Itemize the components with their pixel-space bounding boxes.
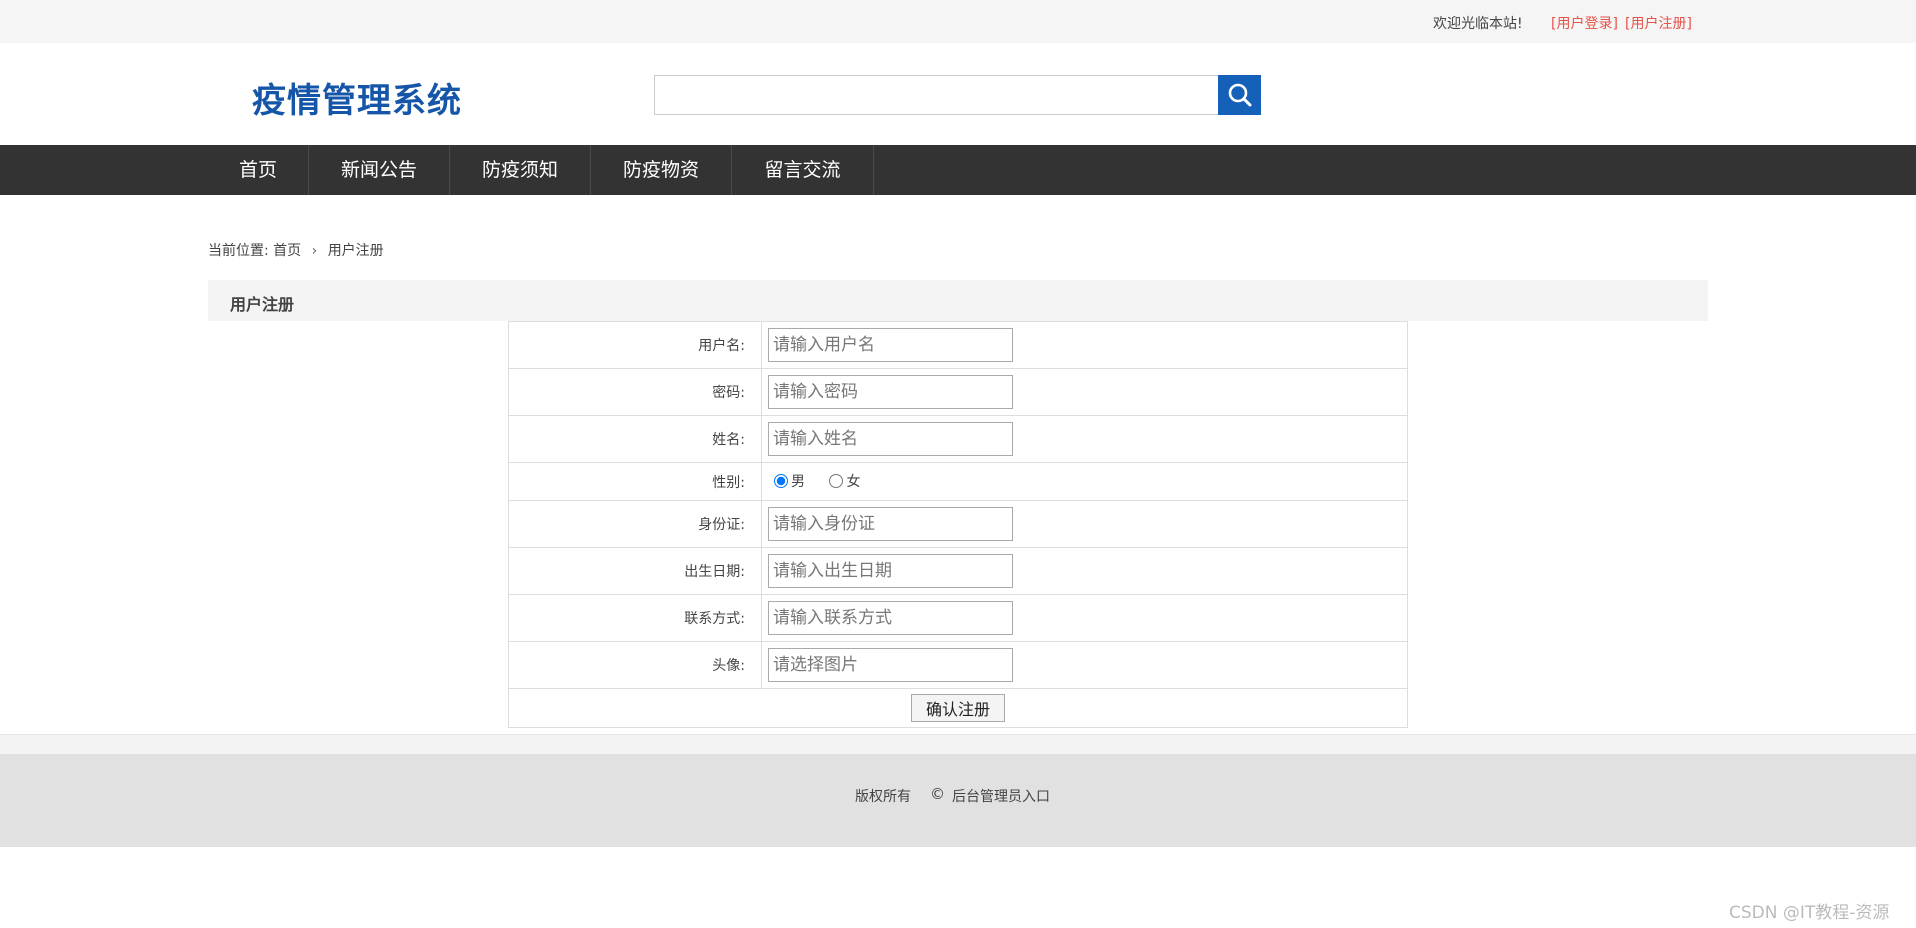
gender-male-label: 男 [791, 474, 805, 490]
top-bar: 欢迎光临本站! [用户登录] [用户注册] [0, 0, 1916, 43]
username-input[interactable] [768, 328, 1013, 362]
header: 疫情管理系统 [0, 43, 1916, 145]
form-row-username: 用户名: [508, 321, 1408, 369]
name-label: 姓名: [508, 415, 762, 463]
nav-item-news[interactable]: 新闻公告 [309, 145, 450, 195]
form-row-submit: 确认注册 [508, 688, 1408, 728]
nav-item-home[interactable]: 首页 [208, 145, 309, 195]
form-row-password: 密码: [508, 368, 1408, 416]
nav-item-supplies[interactable]: 防疫物资 [591, 145, 732, 195]
section-header: 用户注册 [208, 280, 1708, 321]
password-input[interactable] [768, 375, 1013, 409]
form-row-birthdate: 出生日期: [508, 547, 1408, 595]
gender-radio-male[interactable] [774, 474, 788, 488]
user-login-link[interactable]: [用户登录] [1551, 13, 1618, 33]
contact-input[interactable] [768, 601, 1013, 635]
footer-divider [0, 734, 1916, 754]
welcome-text: 欢迎光临本站! [1433, 16, 1523, 32]
form-row-id-card: 身份证: [508, 500, 1408, 548]
gender-female-label: 女 [846, 474, 861, 490]
register-form: 用户名: 密码: 姓名: 性别: 男 女 身份证: 出生日期: 联系方式: [508, 321, 1408, 728]
search-input[interactable] [654, 75, 1219, 115]
form-row-gender: 性别: 男 女 [508, 462, 1408, 501]
watermark: CSDN @IT教程-资源 [1729, 903, 1890, 923]
confirm-register-button[interactable]: 确认注册 [910, 694, 1005, 722]
nav-item-messages[interactable]: 留言交流 [732, 145, 874, 195]
avatar-input[interactable] [768, 648, 1013, 682]
id-card-label: 身份证: [508, 500, 762, 548]
name-input[interactable] [768, 422, 1013, 456]
breadcrumb: 当前位置: 首页 › 用户注册 [208, 240, 384, 260]
contact-label: 联系方式: [508, 594, 762, 642]
main-nav: 首页 新闻公告 防疫须知 防疫物资 留言交流 [0, 145, 1916, 195]
gender-radio-female[interactable] [829, 474, 844, 488]
id-card-input[interactable] [768, 507, 1013, 541]
nav-item-guidelines[interactable]: 防疫须知 [450, 145, 591, 195]
breadcrumb-current: 用户注册 [327, 243, 384, 259]
birthdate-input[interactable] [768, 554, 1013, 588]
admin-entry-link[interactable]: 后台管理员入口 [952, 786, 1050, 806]
chevron-right-icon: › [311, 243, 318, 259]
footer: 版权所有 © 后台管理员入口 [0, 754, 1916, 847]
avatar-label: 头像: [508, 641, 762, 689]
username-label: 用户名: [508, 321, 762, 369]
birthdate-label: 出生日期: [508, 547, 762, 595]
form-row-name: 姓名: [508, 415, 1408, 463]
site-logo[interactable]: 疫情管理系统 [252, 73, 462, 122]
gender-option-female[interactable]: 女 [823, 471, 860, 491]
gender-label: 性别: [508, 462, 762, 501]
form-row-avatar: 头像: [508, 641, 1408, 689]
user-register-link[interactable]: [用户注册] [1625, 13, 1692, 33]
search-icon [1228, 83, 1251, 107]
copyright-symbol: © [930, 785, 945, 803]
gender-option-male[interactable]: 男 [768, 471, 805, 491]
copyright-text: 版权所有 [855, 789, 911, 805]
section-title: 用户注册 [230, 295, 295, 314]
breadcrumb-prefix: 当前位置: [208, 243, 269, 259]
breadcrumb-home-link[interactable]: 首页 [273, 240, 301, 260]
search-button[interactable] [1218, 75, 1261, 115]
password-label: 密码: [508, 368, 762, 416]
form-row-contact: 联系方式: [508, 594, 1408, 642]
